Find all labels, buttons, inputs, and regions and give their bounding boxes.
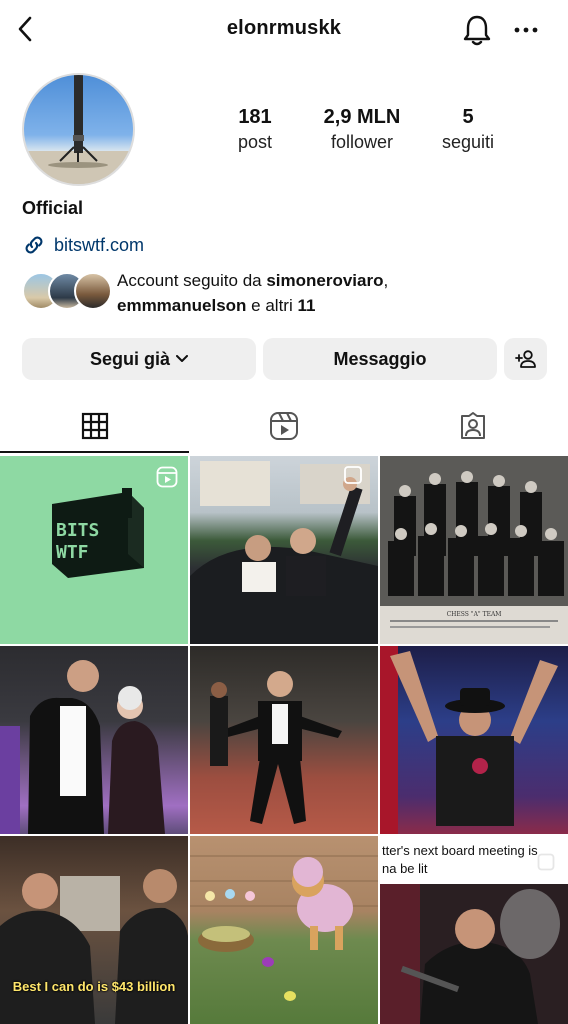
post-43-billion-meme[interactable]: Best I can do is $43 billion	[0, 836, 188, 1024]
stat-followers[interactable]: 2,9 MLN follower	[307, 106, 417, 153]
stat-following-label: seguiti	[441, 132, 495, 152]
following-button-label: Segui già	[89, 348, 170, 369]
posts-grid: BITS WTF CHESS "A" TEAM Best I can do is…	[0, 456, 568, 1024]
bits-wtf-logo: BITS WTF	[52, 488, 144, 578]
stat-posts-value: 181	[238, 106, 272, 128]
add-person-icon	[514, 350, 536, 368]
stat-posts-label: post	[237, 132, 273, 152]
post-bits-wtf[interactable]: BITS WTF	[0, 456, 188, 644]
tab-tagged[interactable]	[378, 398, 567, 454]
svg-text:BITS: BITS	[56, 520, 99, 541]
mutual-followers[interactable]: Account seguito da simoneroviaro, emmmanu…	[22, 268, 552, 318]
tagged-person-icon	[460, 412, 485, 439]
svg-text:CHESS "A" TEAM: CHESS "A" TEAM	[447, 611, 502, 618]
bell-icon	[463, 15, 491, 46]
avatar-image	[24, 75, 133, 184]
post-cowboy-hat-photo[interactable]	[380, 646, 568, 834]
profile-stats: 181 post 2,9 MLN follower 5 seguiti	[200, 106, 550, 156]
notifications-button[interactable]	[461, 13, 493, 47]
post-chess-team-photo[interactable]: CHESS "A" TEAM	[380, 456, 568, 644]
stat-posts[interactable]: 181 post	[200, 106, 310, 153]
post-met-gala-photo[interactable]	[0, 646, 188, 834]
more-options-button[interactable]	[511, 18, 541, 42]
ellipsis-icon	[514, 27, 538, 33]
avatar	[74, 272, 112, 310]
suggested-users-button[interactable]	[504, 338, 547, 380]
stat-following[interactable]: 5 seguiti	[413, 106, 523, 153]
svg-text:WTF: WTF	[56, 542, 89, 563]
mutual-avatars	[22, 272, 112, 312]
profile-link[interactable]: bitswtf.com	[22, 233, 144, 257]
tab-reels[interactable]	[189, 398, 378, 454]
multi-post-icon	[344, 466, 362, 484]
grid-icon	[81, 412, 108, 440]
stat-followers-value: 2,9 MLN	[323, 106, 401, 128]
mutual-followers-text: Account seguito da simoneroviaro, emmmanu…	[117, 271, 389, 315]
reels-icon	[269, 412, 298, 440]
profile-link-text: bitswtf.com	[54, 234, 145, 255]
post-shiba-easter-photo[interactable]	[190, 836, 378, 1024]
stat-following-value: 5	[462, 106, 474, 128]
top-bar: elonrmuskk	[0, 0, 568, 60]
message-button-label: Messaggio	[333, 348, 427, 369]
profile-tabs	[0, 398, 568, 454]
chevron-down-icon	[176, 355, 188, 362]
following-button[interactable]: Segui già	[22, 338, 256, 380]
tab-grid[interactable]	[0, 398, 189, 454]
multi-post-icon	[537, 853, 555, 871]
link-icon	[25, 236, 43, 254]
profile-avatar[interactable]	[22, 73, 135, 186]
meme-caption: tter's next board meeting is na be lit	[382, 843, 538, 876]
stat-followers-label: follower	[330, 132, 394, 152]
post-tuxedo-dance-photo[interactable]	[190, 646, 378, 834]
profile-display-name: Official	[22, 198, 84, 218]
post-board-meeting-meme[interactable]: tter's next board meeting is na be lit	[380, 836, 568, 1024]
reel-badge-icon	[156, 466, 178, 488]
post-convertible-photo[interactable]	[190, 456, 378, 644]
meme-caption: Best I can do is $43 billion	[12, 979, 176, 994]
message-button[interactable]: Messaggio	[263, 338, 497, 380]
